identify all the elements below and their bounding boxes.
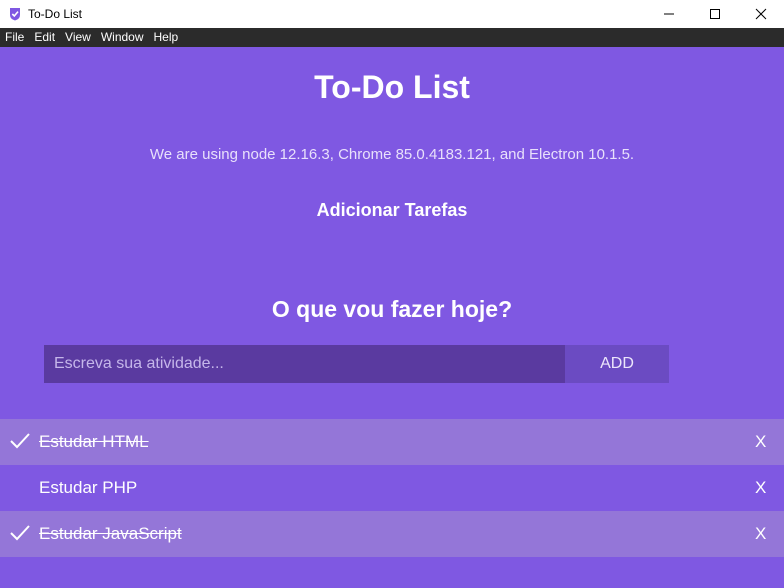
section-subtitle: Adicionar Tarefas (316, 200, 468, 220)
delete-task-button[interactable]: X (755, 419, 766, 465)
add-button[interactable]: ADD (565, 345, 669, 383)
delete-task-button[interactable]: X (755, 511, 766, 557)
task-row[interactable]: Estudar HTML X (0, 419, 784, 465)
checkmark-icon[interactable] (9, 431, 31, 451)
app-content: To-Do List We are using node 12.16.3, Ch… (0, 47, 784, 588)
close-icon (755, 8, 767, 20)
minimize-icon (664, 13, 674, 15)
maximize-icon (710, 9, 720, 19)
page-title: To-Do List (314, 69, 470, 105)
task-label: Estudar JavaScript (39, 524, 182, 543)
delete-task-button[interactable]: X (755, 465, 766, 511)
task-list: Estudar HTML X Estudar PHP X Estudar Jav… (0, 419, 784, 557)
task-label: Estudar HTML (39, 432, 149, 451)
checkmark-icon[interactable] (9, 523, 31, 543)
menu-help[interactable]: Help (149, 28, 184, 47)
task-label: Estudar PHP (39, 478, 138, 497)
task-row[interactable]: Estudar JavaScript X (0, 511, 784, 557)
task-input[interactable] (44, 345, 565, 383)
window-title: To-Do List (28, 7, 83, 21)
menu-view[interactable]: View (60, 28, 96, 47)
maximize-button[interactable] (692, 0, 738, 28)
app-icon (8, 7, 22, 21)
prompt-question: O que vou fazer hoje? (271, 296, 513, 322)
menu-window[interactable]: Window (96, 28, 149, 47)
minimize-button[interactable] (646, 0, 692, 28)
title-bar: To-Do List (0, 0, 784, 28)
menu-edit[interactable]: Edit (29, 28, 60, 47)
task-row[interactable]: Estudar PHP X (0, 465, 784, 511)
version-info: We are using node 12.16.3, Chrome 85.0.4… (149, 146, 635, 163)
menu-file[interactable]: File (0, 28, 29, 47)
close-button[interactable] (738, 0, 784, 28)
window-controls (646, 0, 784, 28)
menu-bar: File Edit View Window Help (0, 28, 784, 47)
